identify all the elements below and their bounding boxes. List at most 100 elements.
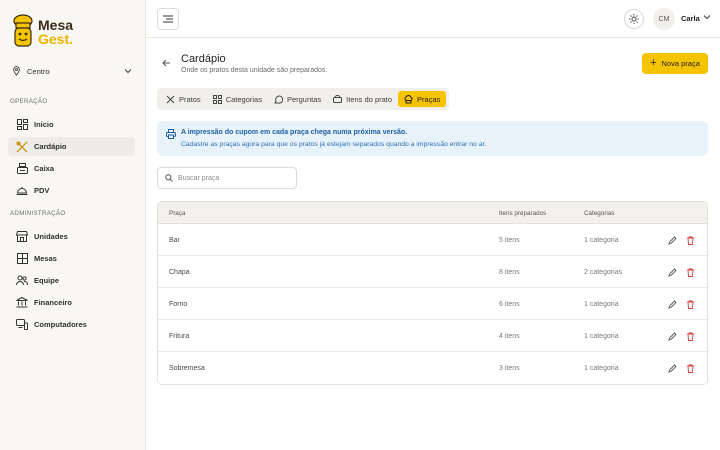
search-input[interactable]: [178, 174, 288, 182]
bank-icon: [16, 297, 28, 309]
station-categories: 1 categoria: [584, 301, 619, 308]
sidebar-item-caixa[interactable]: Caixa: [8, 159, 135, 178]
delete-icon[interactable]: [685, 299, 695, 309]
station-categories: 2 categorias: [584, 269, 623, 276]
unit-selector-value: Centro: [27, 66, 50, 76]
table-row[interactable]: Fritura 4 itens 1 categoria: [158, 320, 707, 352]
table-row[interactable]: Sobremesa 3 itens 1 categoria: [158, 352, 707, 384]
station-items: 8 itens: [499, 269, 520, 276]
info-banner: A impressão do cupom em cada praça chega…: [157, 121, 708, 156]
sidebar-item-label: Equipe: [34, 276, 60, 285]
station-items: 6 itens: [499, 301, 520, 308]
delete-icon[interactable]: [685, 267, 695, 277]
section-label-operation: OPERAÇÃO: [10, 98, 48, 105]
station-name: Bar: [169, 237, 180, 244]
sidebar-item-mesas[interactable]: Mesas: [8, 249, 135, 268]
table-row[interactable]: Chapa 8 itens 2 categorias: [158, 256, 707, 288]
stations-table: Praça Itens preparados Categorias Bar 5 …: [157, 201, 708, 385]
location-pin-icon: [13, 66, 20, 76]
edit-icon[interactable]: [667, 299, 677, 309]
users-icon: [16, 275, 28, 287]
sidebar-item-financeiro[interactable]: Financeiro: [8, 293, 135, 312]
sidebar-item-label: PDV: [34, 186, 50, 195]
tag-icon: [333, 94, 343, 104]
sidebar-item-label: Financeiro: [34, 298, 72, 307]
sidebar-item-computadores[interactable]: Computadores: [8, 315, 135, 334]
back-button[interactable]: [161, 58, 171, 68]
page-subtitle: Onde os pratos desta unidade são prepara…: [181, 67, 328, 74]
plus-icon: +: [650, 57, 657, 69]
column-header-items[interactable]: Itens preparados: [499, 210, 546, 217]
page-title: Cardápio: [181, 53, 226, 65]
table-header: Praça Itens preparados Categorias: [158, 202, 707, 224]
sidebar-item-label: Cardápio: [34, 142, 67, 151]
tab-label: Pratos: [179, 94, 201, 104]
devices-icon: [16, 319, 28, 331]
sidebar-item-label: Mesas: [34, 254, 57, 263]
station-items: 4 itens: [499, 333, 520, 340]
station-items: 5 itens: [499, 237, 520, 244]
section-label-admin: ADMINISTRAÇÃO: [10, 210, 66, 217]
info-banner-text: Cadastre as praças agora para que os pra…: [181, 141, 487, 148]
cash-register-icon: [16, 163, 28, 175]
sidebar-item-label: Computadores: [34, 320, 87, 329]
store-icon: [16, 231, 28, 243]
sidebar-item-pdv[interactable]: PDV: [8, 181, 135, 200]
search-box[interactable]: [157, 167, 297, 189]
edit-icon[interactable]: [667, 363, 677, 373]
delete-icon[interactable]: [685, 331, 695, 341]
sidebar-item-equipe[interactable]: Equipe: [8, 271, 135, 290]
info-banner-title: A impressão do cupom em cada praça chega…: [181, 129, 408, 136]
sidebar-item-cardapio[interactable]: Cardápio: [8, 137, 135, 156]
chat-icon: [274, 95, 283, 104]
tab-pratos[interactable]: Pratos: [160, 91, 207, 107]
arrow-left-icon: [161, 59, 170, 67]
tab-label: Praças: [417, 94, 441, 104]
chevron-down-icon[interactable]: [703, 14, 711, 20]
brand-line-2: Gest.: [38, 31, 74, 47]
search-icon: [165, 174, 173, 182]
menu-icon: [163, 15, 173, 23]
sidebar-item-inicio[interactable]: Início: [8, 115, 135, 134]
delete-icon[interactable]: [685, 363, 695, 373]
utensils-icon: [166, 95, 175, 104]
user-name[interactable]: Carla: [681, 14, 700, 23]
tab-perguntas[interactable]: Perguntas: [268, 91, 327, 107]
table-grid-icon: [16, 253, 28, 265]
table-row[interactable]: Forno 6 itens 1 categoria: [158, 288, 707, 320]
sun-icon: [629, 14, 639, 24]
station-name: Fritura: [169, 333, 190, 340]
delete-icon[interactable]: [685, 235, 695, 245]
sidebar: Mesa Gest. Centro OPERAÇÃO Início Cardáp…: [0, 0, 146, 450]
theme-toggle-button[interactable]: [624, 9, 644, 29]
chef-mascot-icon: [13, 14, 33, 47]
table-row[interactable]: Bar 5 itens 1 categoria: [158, 224, 707, 256]
edit-icon[interactable]: [667, 267, 677, 277]
station-name: Forno: [169, 301, 188, 308]
new-station-button[interactable]: + Nova praça: [642, 53, 708, 74]
edit-icon[interactable]: [667, 331, 677, 341]
station-items: 3 itens: [499, 365, 520, 372]
tab-categorias[interactable]: Categorias: [207, 91, 268, 107]
sidebar-item-label: Caixa: [34, 164, 55, 173]
edit-icon[interactable]: [667, 235, 677, 245]
tab-itens-do-prato[interactable]: Itens do prato: [327, 91, 398, 107]
avatar[interactable]: CM: [653, 8, 675, 30]
station-categories: 1 categoria: [584, 237, 619, 244]
chef-hat-icon: [404, 94, 413, 104]
station-name: Sobremesa: [169, 365, 205, 372]
station-categories: 1 categoria: [584, 365, 619, 372]
sidebar-item-label: Unidades: [34, 232, 68, 241]
unit-selector[interactable]: Centro: [12, 63, 132, 79]
sidebar-item-unidades[interactable]: Unidades: [8, 227, 135, 246]
station-name: Chapa: [169, 269, 190, 276]
tab-label: Perguntas: [286, 94, 322, 104]
column-header-name[interactable]: Praça: [169, 210, 185, 217]
tab-label: Categorias: [225, 94, 262, 104]
logo[interactable]: Mesa Gest.: [10, 12, 73, 52]
column-header-categories[interactable]: Categorias: [584, 210, 614, 217]
tab-pracas[interactable]: Praças: [398, 91, 447, 107]
topbar: CM Carla: [146, 0, 720, 38]
sidebar-toggle-button[interactable]: [157, 8, 179, 30]
chevron-down-icon: [124, 69, 132, 74]
